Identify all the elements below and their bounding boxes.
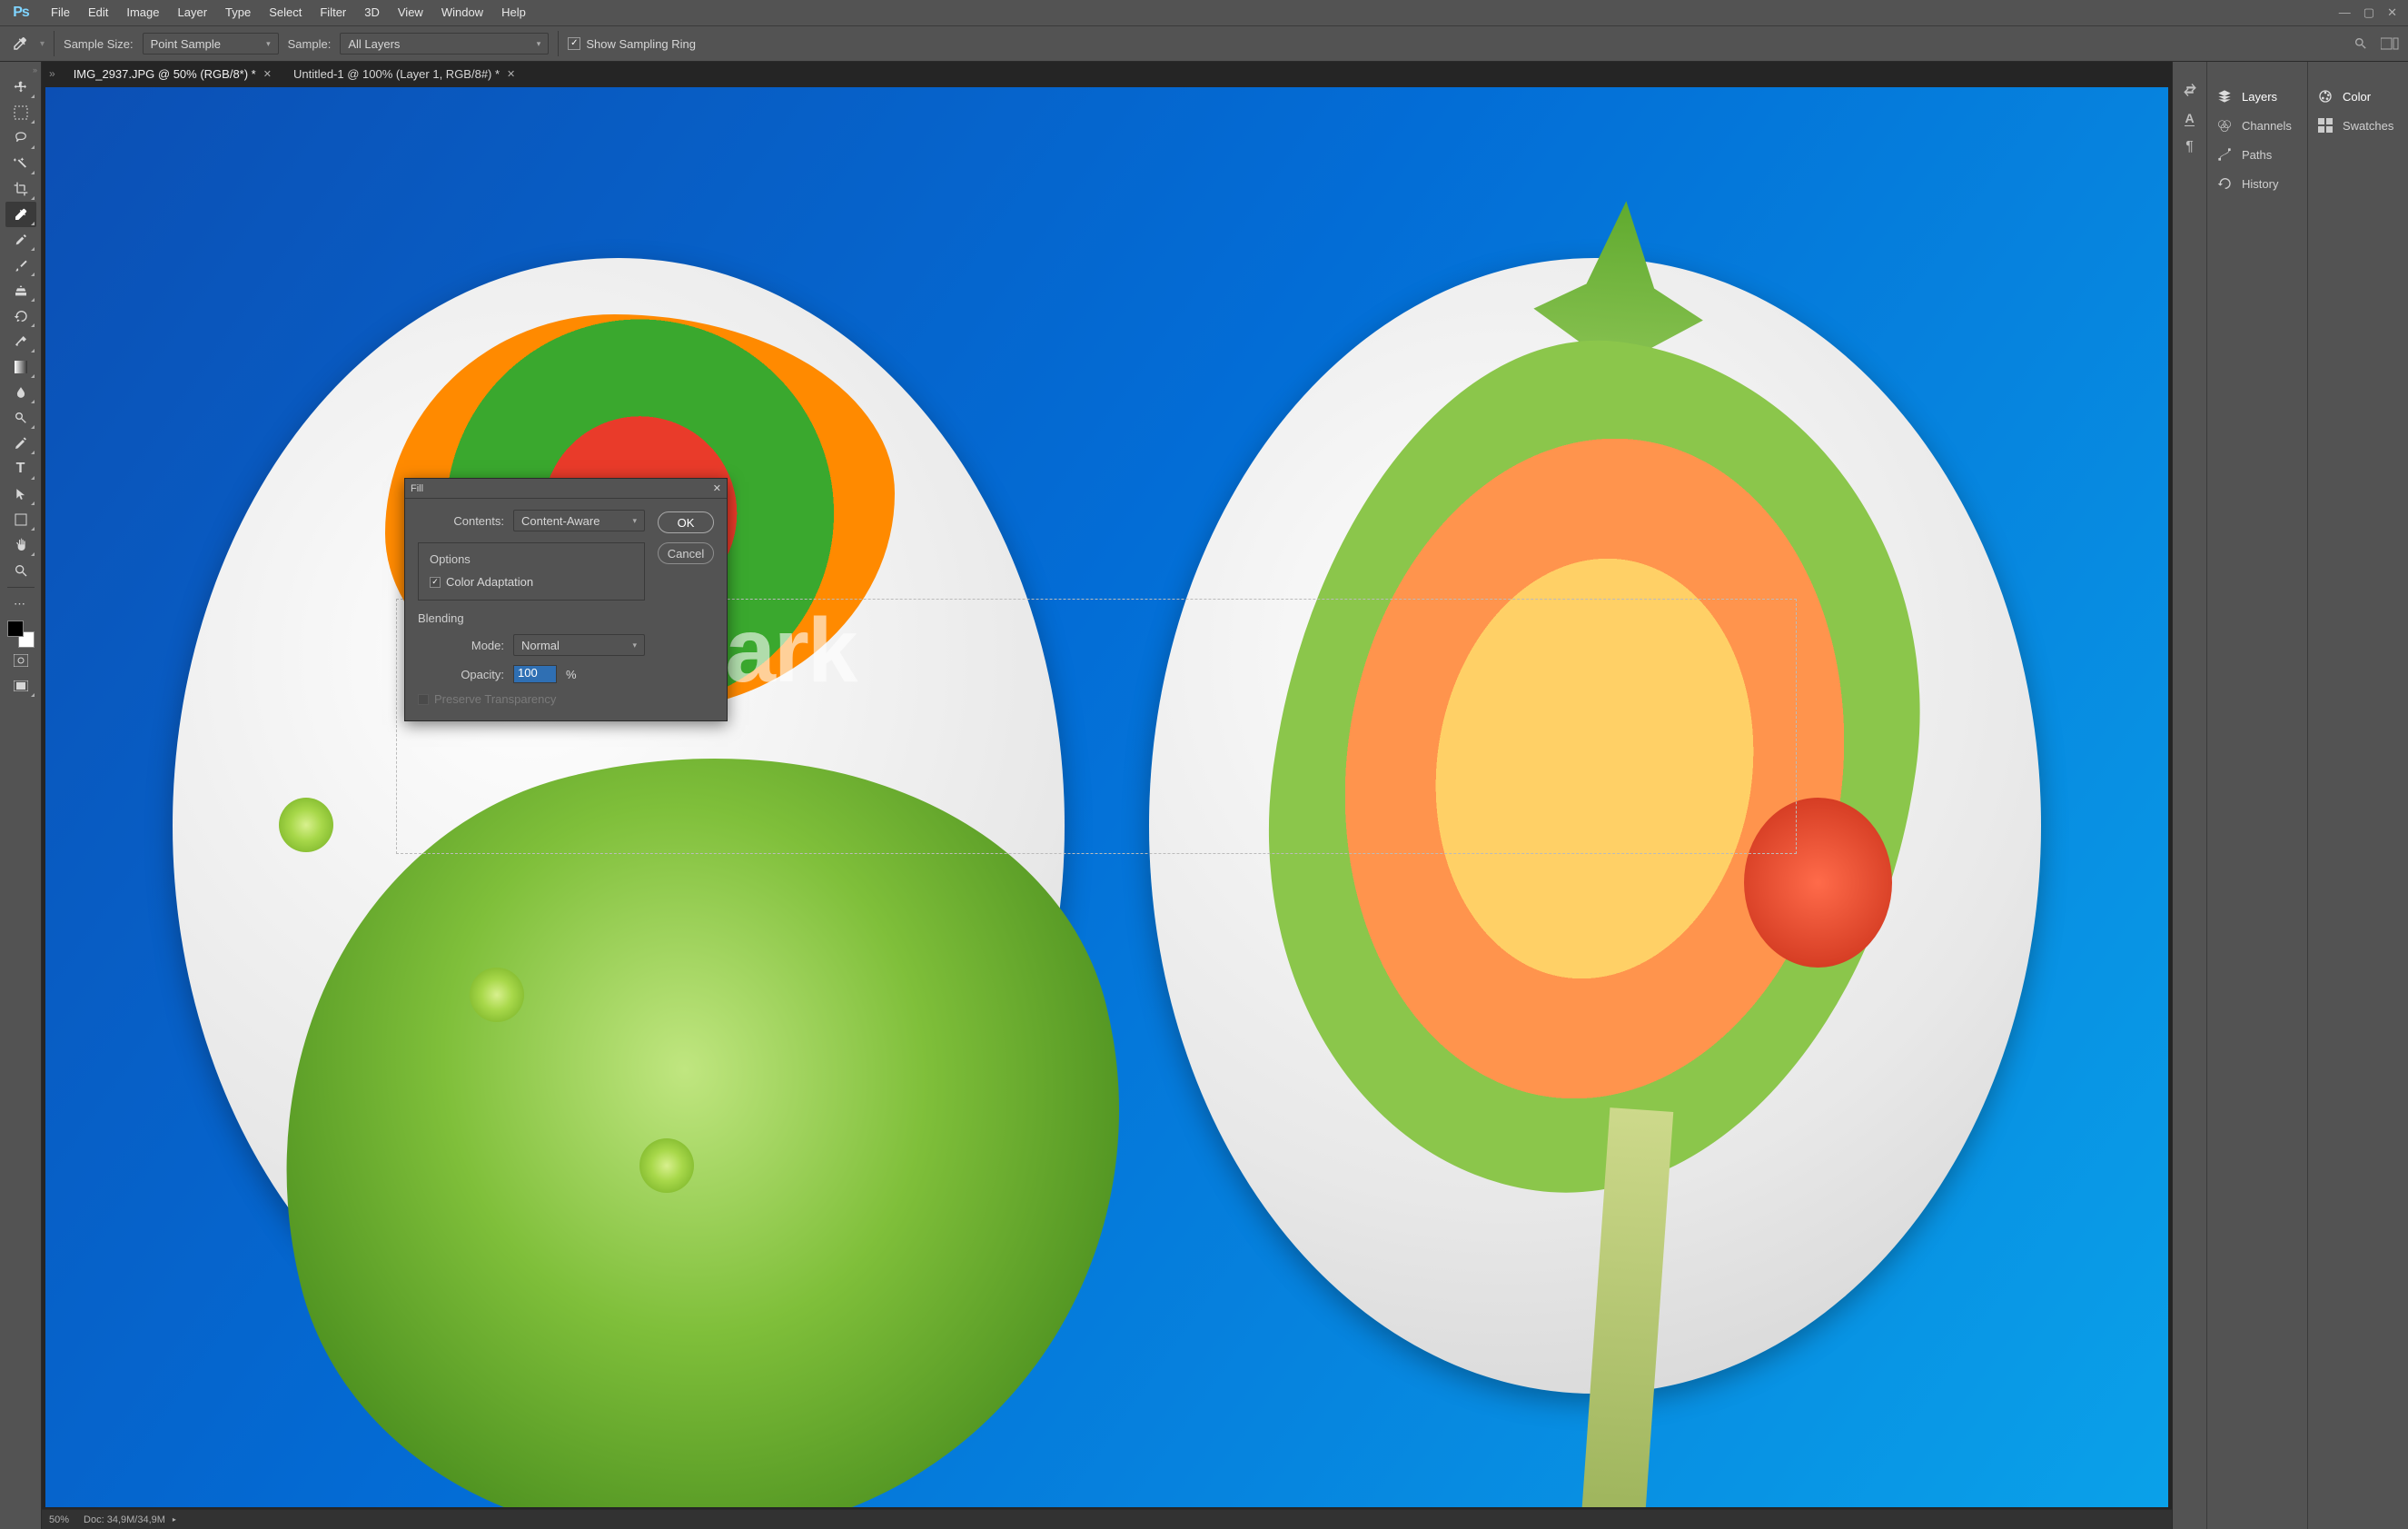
- eraser-tool-icon[interactable]: [5, 329, 36, 354]
- foreground-color-swatch[interactable]: [7, 621, 24, 637]
- screenmode-tool-icon[interactable]: [5, 673, 36, 699]
- edit-toolbar-icon[interactable]: ⋯: [5, 591, 36, 617]
- panel-history[interactable]: History: [2207, 169, 2307, 198]
- opacity-label: Opacity:: [418, 668, 504, 681]
- marquee-tool-icon[interactable]: [5, 100, 36, 125]
- move-tool-icon[interactable]: [5, 74, 36, 100]
- menu-file[interactable]: File: [42, 0, 79, 25]
- quickmask-tool-icon[interactable]: [5, 648, 36, 673]
- document-image: Watermark: [45, 87, 2168, 1507]
- char-icon[interactable]: A: [2185, 111, 2194, 126]
- document-tab-1[interactable]: IMG_2937.JPG @ 50% (RGB/8*) * ✕: [63, 62, 282, 85]
- panel-layers[interactable]: Layers: [2207, 82, 2307, 111]
- ps-logo: Ps: [0, 5, 42, 21]
- check-icon: [418, 694, 429, 705]
- menu-3d[interactable]: 3D: [355, 0, 389, 25]
- options-label: Options: [430, 552, 633, 566]
- lasso-tool-icon[interactable]: [5, 125, 36, 151]
- channels-icon: [2216, 118, 2233, 133]
- menu-help[interactable]: Help: [492, 0, 535, 25]
- doc-info[interactable]: Doc: 34,9M/34,9M▸: [84, 1514, 176, 1525]
- color-adaptation-checkbox[interactable]: Color Adaptation: [430, 575, 533, 589]
- window-controls: — ▢ ✕: [2339, 5, 2408, 20]
- dialog-close-icon[interactable]: ✕: [713, 482, 721, 494]
- paths-icon: [2216, 147, 2233, 162]
- right-panel-dock: A ¶ Layers Channels: [2172, 62, 2408, 1529]
- panel-swatches[interactable]: Swatches: [2308, 111, 2408, 140]
- healing-brush-tool-icon[interactable]: [5, 227, 36, 253]
- options-bar: ▾ Sample Size: Point Sample▾ Sample: All…: [0, 25, 2408, 62]
- menu-view[interactable]: View: [389, 0, 432, 25]
- menu-layer[interactable]: Layer: [169, 0, 217, 25]
- zoom-level[interactable]: 50%: [49, 1514, 69, 1525]
- panel-paths[interactable]: Paths: [2207, 140, 2307, 169]
- contents-select[interactable]: Content-Aware▾: [513, 510, 645, 531]
- mode-label: Mode:: [418, 639, 504, 652]
- panel-channels[interactable]: Channels: [2207, 111, 2307, 140]
- gradient-tool-icon[interactable]: [5, 354, 36, 380]
- eyedropper-tool-icon[interactable]: [5, 202, 36, 227]
- history-brush-tool-icon[interactable]: [5, 303, 36, 329]
- menu-window[interactable]: Window: [432, 0, 492, 25]
- opacity-unit: %: [566, 668, 577, 681]
- color-icon: [2317, 89, 2334, 104]
- para-icon[interactable]: ¶: [2185, 139, 2194, 155]
- workspace-switcher-icon[interactable]: [2381, 37, 2399, 50]
- collapsed-panel-rail: A ¶: [2173, 62, 2207, 1529]
- options-fieldset: Options Color Adaptation: [418, 542, 645, 601]
- blur-tool-icon[interactable]: [5, 380, 36, 405]
- sample-size-select[interactable]: Point Sample▾: [143, 33, 279, 55]
- dialog-titlebar[interactable]: Fill ✕: [405, 479, 727, 499]
- shape-tool-icon[interactable]: [5, 507, 36, 532]
- menu-filter[interactable]: Filter: [311, 0, 355, 25]
- contents-label: Contents:: [418, 514, 504, 528]
- hand-tool-icon[interactable]: [5, 532, 36, 558]
- close-tab-icon[interactable]: ✕: [507, 68, 515, 80]
- menu-bar: Ps File Edit Image Layer Type Select Fil…: [0, 0, 2408, 25]
- show-sampling-ring-checkbox[interactable]: Show Sampling Ring: [568, 37, 696, 51]
- check-icon: [568, 37, 580, 50]
- document-tab-2[interactable]: Untitled-1 @ 100% (Layer 1, RGB/8#) * ✕: [282, 62, 526, 85]
- check-icon: [430, 577, 441, 588]
- menu-type[interactable]: Type: [216, 0, 260, 25]
- close-window-icon[interactable]: ✕: [2387, 5, 2397, 20]
- minimize-icon[interactable]: —: [2339, 5, 2351, 20]
- pen-tool-icon[interactable]: [5, 431, 36, 456]
- close-tab-icon[interactable]: ✕: [263, 68, 272, 80]
- sample-label: Sample:: [288, 37, 332, 51]
- blending-label: Blending: [418, 611, 645, 625]
- search-icon[interactable]: [2353, 36, 2368, 51]
- panel-color[interactable]: Color: [2308, 82, 2408, 111]
- clone-stamp-tool-icon[interactable]: [5, 278, 36, 303]
- cancel-button[interactable]: Cancel: [658, 542, 714, 564]
- status-bar: 50% Doc: 34,9M/34,9M▸: [42, 1509, 2172, 1529]
- doc-tabs-chevron-icon[interactable]: »: [42, 62, 63, 85]
- sample-select[interactable]: All Layers▾: [340, 33, 549, 55]
- tool-palette: » T ⋯: [0, 62, 42, 1529]
- ok-button[interactable]: OK: [658, 511, 714, 533]
- mode-select[interactable]: Normal▾: [513, 634, 645, 656]
- canvas[interactable]: Watermark Fill ✕ Contents:: [45, 87, 2168, 1507]
- fill-dialog: Fill ✕ Contents: Content-Aware▾: [404, 478, 728, 721]
- sample-size-label: Sample Size:: [64, 37, 134, 51]
- active-tool-eyedropper-icon[interactable]: [9, 33, 31, 55]
- foreground-background-swatch[interactable]: [7, 621, 35, 648]
- dodge-tool-icon[interactable]: [5, 405, 36, 431]
- history-icon: [2216, 176, 2233, 191]
- layers-icon: [2216, 89, 2233, 104]
- menu-image[interactable]: Image: [117, 0, 168, 25]
- maximize-icon[interactable]: ▢: [2363, 5, 2374, 20]
- menu-edit[interactable]: Edit: [79, 0, 117, 25]
- crop-tool-icon[interactable]: [5, 176, 36, 202]
- type-tool-icon[interactable]: T: [5, 456, 36, 482]
- opacity-input[interactable]: 100: [513, 665, 557, 683]
- path-select-tool-icon[interactable]: [5, 482, 36, 507]
- swatches-icon: [2317, 118, 2334, 133]
- zoom-tool-icon[interactable]: [5, 558, 36, 583]
- eyedropper-swap-icon[interactable]: [2182, 82, 2198, 98]
- preserve-transparency-checkbox: Preserve Transparency: [418, 692, 556, 706]
- brush-tool-icon[interactable]: [5, 253, 36, 278]
- magic-wand-tool-icon[interactable]: [5, 151, 36, 176]
- menu-select[interactable]: Select: [260, 0, 311, 25]
